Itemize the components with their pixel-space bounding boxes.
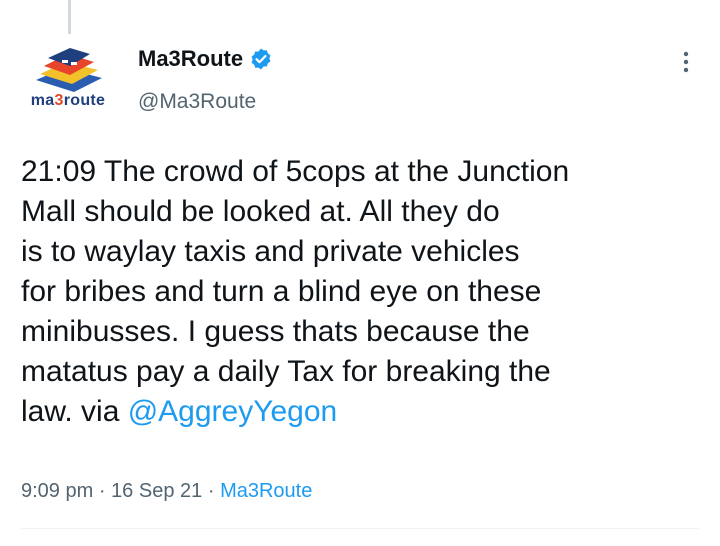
tweet-date[interactable]: 16 Sep 21	[111, 480, 202, 502]
tweet-text-via: law. via	[21, 395, 128, 428]
tweet-text-line: matatus pay a daily Tax for breaking the	[21, 355, 551, 388]
tweet-time[interactable]: 9:09 pm	[21, 480, 93, 502]
tweet-source-link[interactable]: Ma3Route	[220, 480, 312, 502]
verified-badge-icon	[251, 48, 271, 70]
tweet-text-line: minibusses. I guess thats because the	[21, 315, 530, 348]
avatar-wordmark: ma3route	[30, 92, 106, 109]
mention-link[interactable]: @AggreyYegon	[128, 395, 338, 428]
divider	[21, 528, 699, 529]
more-vertical-icon[interactable]	[674, 48, 698, 76]
meta-separator: ·	[98, 480, 106, 502]
avatar[interactable]: ma3route	[18, 40, 118, 120]
tweet-text-line: is to waylay taxis and private vehicles	[21, 235, 520, 268]
thread-connector-line	[68, 0, 71, 34]
tweet-meta: 9:09 pm · 16 Sep 21 · Ma3Route	[21, 480, 312, 503]
author-handle[interactable]: @Ma3Route	[138, 90, 256, 114]
tweet-text: 21:09 The crowd of 5cops at the Junction…	[21, 152, 701, 432]
tweet-text-line-last: law. via @AggreyYegon	[21, 392, 701, 432]
tweet-text-line: for bribes and turn a blind eye on these	[21, 275, 542, 308]
author-name-row[interactable]: Ma3Route	[138, 46, 273, 72]
author-display-name[interactable]: Ma3Route	[138, 46, 243, 72]
tweet-text-line: 21:09 The crowd of 5cops at the Junction	[21, 155, 570, 188]
tweet-text-line: Mall should be looked at. All they do	[21, 195, 500, 228]
ma3route-logo-icon	[36, 48, 102, 92]
meta-separator: ·	[207, 480, 215, 502]
